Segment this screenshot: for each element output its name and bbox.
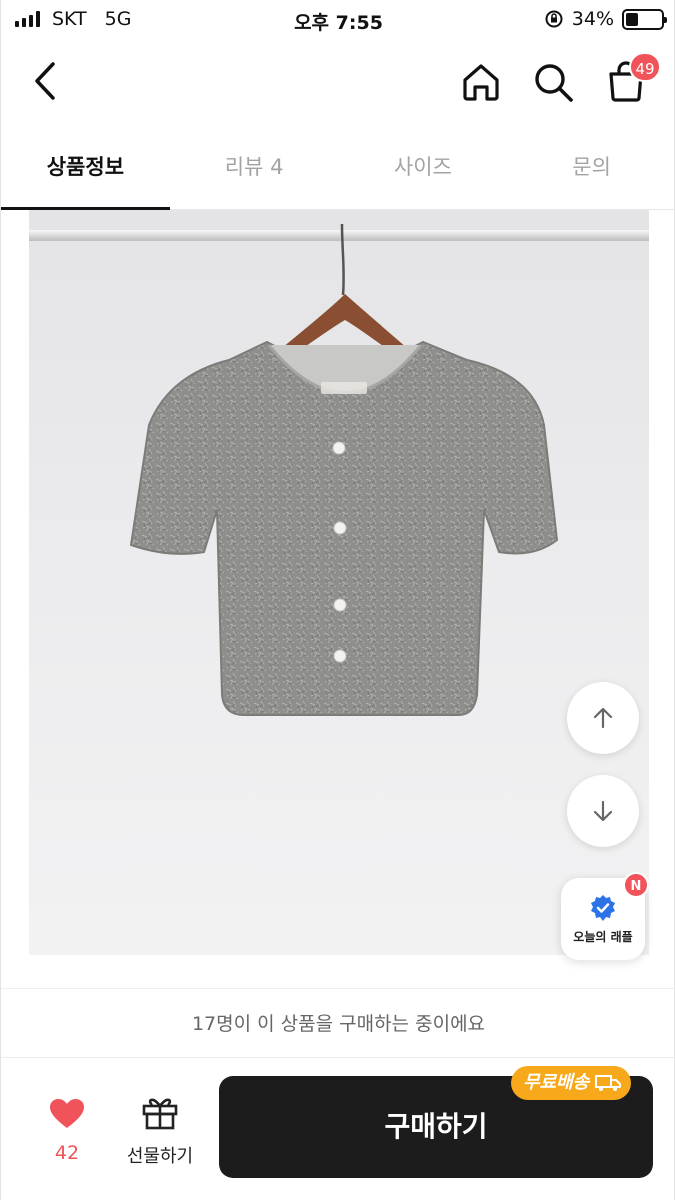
buyers-count-text: 17명이 이 상품을 구매하는 중이에요 — [1, 988, 675, 1058]
status-right: 34% — [544, 8, 667, 30]
cardigan-illustration — [29, 210, 649, 955]
tab-reviews[interactable]: 리뷰 4 — [170, 124, 339, 209]
new-badge: N — [623, 872, 649, 898]
raffle-label: 오늘의 래플 — [573, 930, 633, 944]
gift-icon — [142, 1098, 178, 1130]
tab-product-info[interactable]: 상품정보 — [1, 124, 170, 210]
rotation-lock-icon — [545, 10, 563, 28]
tab-inquiry[interactable]: 문의 — [507, 124, 675, 209]
gift-label: 선물하기 — [126, 1146, 194, 1167]
arrow-down-icon — [593, 800, 613, 822]
scroll-down-button[interactable] — [567, 775, 639, 847]
battery-icon — [622, 8, 667, 30]
like-button[interactable]: 42 — [33, 1098, 101, 1168]
free-shipping-label: 무료배송 — [523, 1072, 590, 1093]
free-shipping-badge: 무료배송 — [511, 1066, 632, 1100]
product-tabs: 상품정보 리뷰 4 사이즈 문의 — [1, 124, 675, 210]
cart-count-badge: 49 — [629, 52, 661, 82]
heart-icon — [50, 1099, 84, 1128]
gift-button[interactable]: 선물하기 — [115, 1094, 205, 1168]
app-header — [1, 40, 675, 124]
verified-badge-icon — [591, 895, 615, 921]
status-bar: SKT 5G 오후 7:55 34% — [1, 0, 675, 40]
home-icon[interactable] — [459, 60, 503, 104]
chevron-left-icon[interactable] — [25, 58, 65, 104]
arrow-up-icon — [593, 707, 613, 729]
search-icon[interactable] — [531, 60, 575, 104]
tab-size[interactable]: 사이즈 — [339, 124, 508, 209]
like-count: 42 — [54, 1142, 80, 1164]
battery-percent: 34% — [571, 8, 614, 30]
product-image[interactable] — [29, 210, 649, 955]
bottom-action-bar: 42 선물하기 구매하기 무료배송 — [1, 1058, 675, 1200]
scroll-up-button[interactable] — [567, 682, 639, 754]
truck-icon — [595, 1075, 622, 1091]
